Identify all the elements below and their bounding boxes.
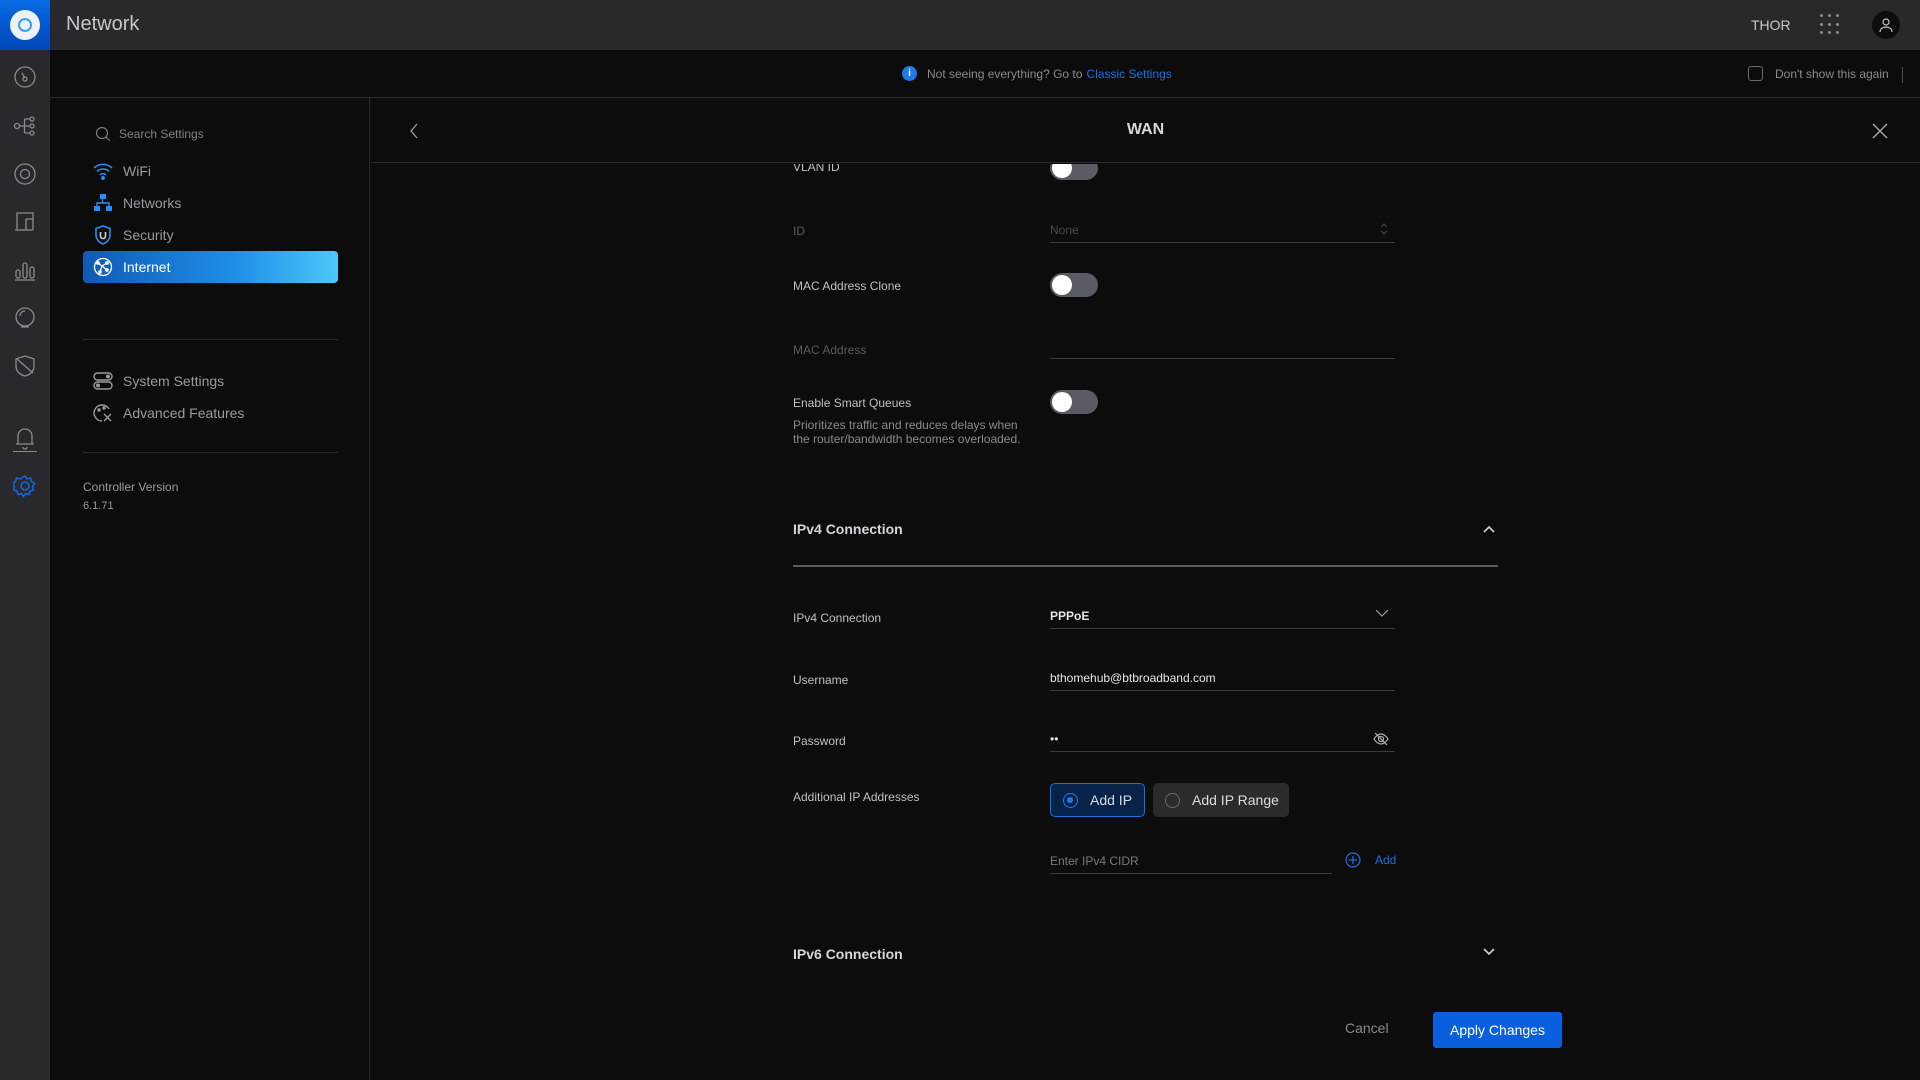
sidebar-item-label: Security [123, 227, 174, 243]
statistics-icon[interactable] [13, 258, 37, 282]
sidebar-divider [83, 339, 338, 340]
add-cidr-button[interactable]: Add [1345, 852, 1396, 868]
notifications-bell-icon[interactable] [13, 426, 37, 450]
ipv4-connection-select[interactable]: PPPoE [1050, 605, 1395, 629]
plus-circle-icon [1345, 852, 1361, 868]
controller-version-label: Controller Version [83, 480, 179, 494]
ipv4-section-title[interactable]: IPv4 Connection [793, 521, 903, 537]
main-nav [0, 50, 50, 1080]
smart-queues-label: Enable Smart Queues [793, 396, 912, 410]
user-avatar-icon[interactable] [1872, 11, 1900, 39]
apply-changes-button[interactable]: Apply Changes [1433, 1012, 1562, 1048]
smart-queues-description: Prioritizes traffic and reduces delays w… [793, 418, 1021, 446]
sidebar-item-label: Advanced Features [123, 405, 245, 421]
mac-clone-label: MAC Address Clone [793, 279, 902, 293]
ipv4-cidr-input[interactable]: Enter IPv4 CIDR [1050, 850, 1332, 874]
settings-sidebar: Search Settings WiFi Networks Security I… [50, 98, 370, 1080]
dont-show-label[interactable]: Don't show this again [1775, 67, 1889, 81]
vlan-id-toggle[interactable] [1050, 164, 1098, 180]
vlan-id-value: None [1050, 223, 1079, 237]
networks-icon [92, 192, 114, 214]
close-panel-icon[interactable] [1871, 122, 1889, 140]
ipv4-connection-label: IPv4 Connection [793, 611, 882, 625]
banner-divider [1902, 67, 1903, 83]
settings-gear-icon[interactable] [13, 474, 37, 498]
site-name[interactable]: THOR [1751, 17, 1791, 33]
chevron-up-icon[interactable] [1481, 521, 1497, 537]
additional-ip-label: Additional IP Addresses [793, 790, 920, 804]
sidebar-item-label: WiFi [123, 163, 151, 179]
sidebar-item-networks[interactable]: Networks [83, 187, 338, 219]
dont-show-checkbox[interactable] [1748, 66, 1763, 81]
advanced-features-icon [92, 402, 114, 424]
add-label: Add [1375, 853, 1397, 867]
insights-icon[interactable] [13, 306, 37, 330]
sidebar-item-internet[interactable]: Internet [83, 251, 338, 283]
mac-address-input[interactable] [1050, 335, 1395, 359]
username-input[interactable]: bthomehub@btbroadband.com [1050, 667, 1395, 691]
vlan-id-label: VLAN ID [793, 164, 840, 174]
classic-settings-link[interactable]: Classic Settings [1086, 67, 1171, 81]
smart-queues-toggle[interactable] [1050, 390, 1098, 414]
sidebar-item-label: Internet [123, 259, 171, 275]
clients-icon[interactable] [13, 210, 37, 234]
wan-settings-form: VLAN ID ID None MAC Address Clone MAC Ad… [371, 164, 1920, 984]
add-ip-label: Add IP [1090, 792, 1133, 808]
section-divider [793, 565, 1498, 567]
id-label: ID [793, 224, 805, 238]
top-bar: Network THOR [0, 0, 1920, 50]
ipv4-connection-value: PPPoE [1050, 609, 1090, 623]
radio-icon [1165, 792, 1180, 808]
globe-icon [92, 256, 114, 278]
password-input[interactable]: •• [1050, 728, 1395, 752]
threat-management-icon[interactable] [13, 354, 37, 378]
apps-grid-icon[interactable] [1820, 14, 1842, 36]
topology-icon[interactable] [13, 114, 37, 138]
wifi-icon [92, 160, 114, 182]
add-ip-option[interactable]: Add IP [1050, 783, 1145, 817]
sidebar-item-security[interactable]: Security [83, 219, 338, 251]
username-label: Username [793, 673, 849, 687]
search-input[interactable]: Search Settings [119, 127, 204, 141]
panel-title: WAN [1126, 121, 1165, 138]
system-settings-icon [92, 370, 114, 392]
app-title: Network [66, 13, 140, 35]
add-ip-range-option[interactable]: Add IP Range [1153, 783, 1289, 817]
ubiquiti-logo[interactable] [0, 0, 50, 50]
sidebar-item-label: Networks [123, 195, 182, 211]
chevron-down-icon[interactable] [1481, 944, 1497, 960]
dashboard-icon[interactable] [13, 65, 37, 89]
password-value: •• [1050, 732, 1059, 746]
security-shield-icon [92, 224, 114, 246]
add-ip-range-label: Add IP Range [1192, 792, 1279, 808]
vlan-id-input[interactable]: None [1050, 219, 1395, 243]
info-icon: i [902, 66, 917, 81]
search-icon [95, 126, 111, 142]
banner-message: Not seeing everything? Go to [927, 66, 1083, 81]
search-settings[interactable]: Search Settings [95, 126, 204, 142]
password-label: Password [793, 734, 846, 748]
panel-header: WAN [371, 98, 1920, 163]
devices-icon[interactable] [13, 162, 37, 186]
stepper-icon[interactable] [1379, 222, 1389, 236]
sidebar-divider [83, 452, 338, 453]
eye-slash-icon[interactable] [1373, 731, 1389, 747]
info-banner: i Not seeing everything? Go to Classic S… [50, 50, 1920, 98]
nav-divider [13, 451, 37, 452]
cancel-button[interactable]: Cancel [1345, 1020, 1389, 1036]
sidebar-item-advanced-features[interactable]: Advanced Features [83, 397, 338, 429]
sidebar-item-system-settings[interactable]: System Settings [83, 365, 338, 397]
ipv6-section-title[interactable]: IPv6 Connection [793, 946, 903, 962]
chevron-down-icon [1375, 609, 1389, 617]
mac-address-label: MAC Address [793, 343, 867, 357]
sidebar-item-label: System Settings [123, 373, 225, 389]
sidebar-item-wifi[interactable]: WiFi [83, 155, 338, 187]
radio-selected-icon [1063, 792, 1078, 808]
controller-version-value: 6.1.71 [83, 500, 114, 512]
mac-clone-toggle[interactable] [1050, 273, 1098, 297]
